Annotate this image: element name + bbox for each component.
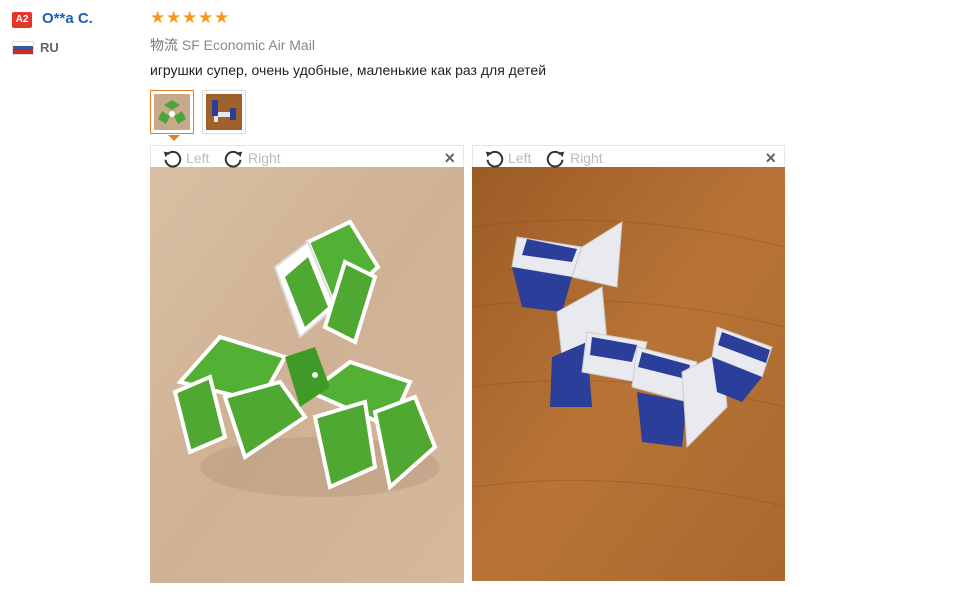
thumbnail-green-puzzle[interactable] [150, 90, 194, 134]
rotate-left-button[interactable]: Left [161, 147, 209, 169]
photo-viewer-2: Left Right × [472, 145, 785, 581]
viewer-toolbar: Left Right × [472, 145, 785, 169]
rotate-left-icon [163, 150, 182, 168]
rotate-right-button[interactable]: Right [545, 147, 603, 169]
blue-puzzle-thumb-icon [206, 94, 242, 130]
rotate-right-label: Right [570, 150, 603, 166]
blue-snake-puzzle-photo [472, 167, 785, 581]
rotate-left-button[interactable]: Left [483, 147, 531, 169]
reviewer-name[interactable]: O**a C. [42, 10, 93, 27]
green-snake-puzzle-photo [150, 167, 464, 583]
thumbnail-blue-puzzle[interactable] [202, 90, 246, 134]
rotate-left-label: Left [186, 150, 210, 166]
rotate-right-label: Right [248, 150, 281, 166]
star-icon: ★ [214, 8, 230, 27]
rating-stars: ★ ★ ★ ★ ★ [150, 8, 230, 27]
photo-thumbnails [150, 90, 246, 134]
rotate-right-button[interactable]: Right [223, 147, 281, 169]
star-icon: ★ [182, 8, 198, 27]
rotate-left-label: Left [508, 150, 532, 166]
review-text: игрушки супер, очень удобные, маленькие … [150, 62, 547, 78]
russia-flag-icon [12, 41, 34, 55]
photo-viewer-1: Left Right × [150, 145, 464, 583]
logistics-info: 物流 SF Economic Air Mail [150, 35, 315, 55]
viewer-toolbar: Left Right × [150, 145, 464, 169]
buyer-level-badge: A2 [12, 12, 32, 28]
country-code: RU [40, 40, 59, 55]
active-thumbnail-indicator [168, 135, 180, 141]
rotate-left-icon [485, 150, 504, 168]
star-icon: ★ [166, 8, 182, 27]
star-icon: ★ [198, 8, 214, 27]
rotate-right-icon [224, 150, 243, 168]
logistics-label: 物流 [150, 37, 178, 53]
logistics-method: SF Economic Air Mail [181, 37, 315, 53]
close-viewer-button[interactable]: × [765, 148, 776, 169]
close-viewer-button[interactable]: × [444, 148, 455, 169]
star-icon: ★ [150, 8, 166, 27]
rotate-right-icon [546, 150, 565, 168]
green-puzzle-thumb-icon [154, 94, 190, 130]
